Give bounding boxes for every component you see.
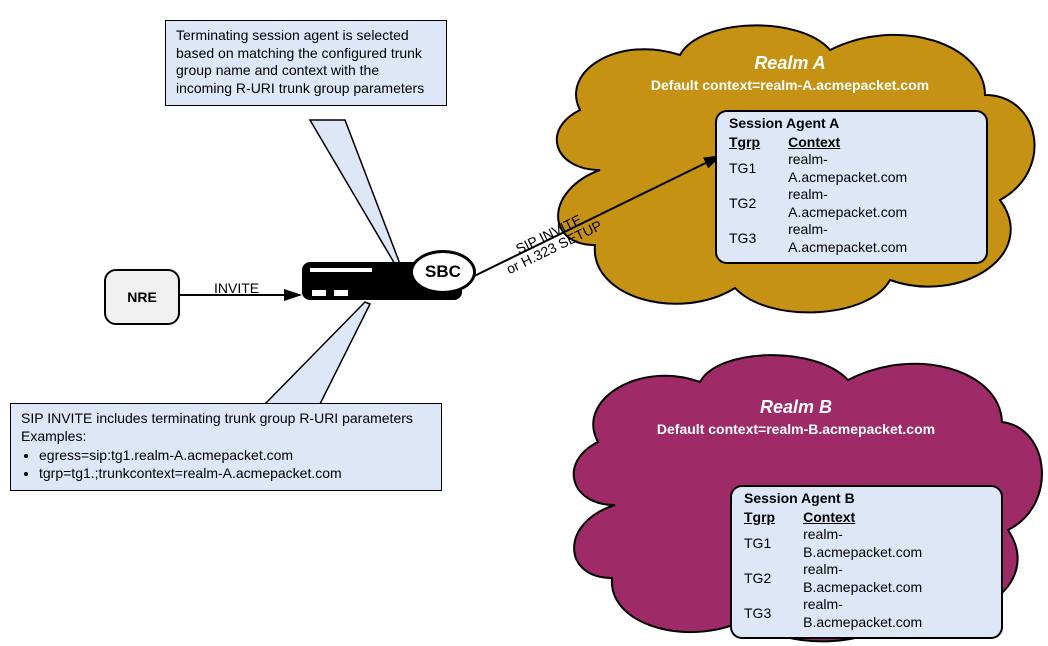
realm-b-title: Realm B [556,397,1036,418]
node-nre: NRE [104,269,180,325]
table-row: TG2realm-B.acmepacket.com [744,561,989,596]
session-agent-b: Session Agent B Tgrp Context TG1realm-B.… [730,485,1003,639]
callout-sip-invite-examples: SIP INVITE includes terminating trunk gr… [10,403,442,491]
th-tgrp: Tgrp [744,509,803,527]
nre-label: NRE [127,289,157,305]
sbc-label-oval: SBC [410,250,476,294]
session-agent-b-table: Tgrp Context TG1realm-B.acmepacket.com T… [744,509,989,632]
th-context: Context [788,134,974,152]
sbc-port [312,290,326,296]
realm-b-subtitle: Default context=realm-B.acmepacket.com [556,421,1036,437]
table-row: TG3realm-A.acmepacket.com [729,221,974,256]
table-row: TG1realm-A.acmepacket.com [729,151,974,186]
table-row: TG2realm-A.acmepacket.com [729,186,974,221]
link-label-invite: INVITE [214,280,259,296]
sbc-slot [310,268,372,272]
realm-a-subtitle: Default context=realm-A.acmepacket.com [540,77,1040,93]
table-row: TG1realm-B.acmepacket.com [744,526,989,561]
sbc-port [334,290,348,296]
session-agent-a-title: Session Agent A [729,115,974,133]
diagram-stage: SIP INVITE or H.323 SETUP NRE SBC INVITE… [0,0,1048,646]
callout-bottom-line2: Examples: [21,428,431,446]
session-agent-b-title: Session Agent B [744,490,989,508]
session-agent-a-table: Tgrp Context TG1realm-A.acmepacket.com T… [729,134,974,257]
th-tgrp: Tgrp [729,134,788,152]
callout-terminating-agent: Terminating session agent is selected ba… [165,20,447,106]
th-context: Context [803,509,989,527]
callout-terminating-agent-text: Terminating session agent is selected ba… [176,27,424,96]
realm-a-title: Realm A [540,53,1040,74]
callout-bottom-bullet: tgrp=tg1.;trunkcontext=realm-A.acmepacke… [39,465,431,483]
callout-bottom-line1: SIP INVITE includes terminating trunk gr… [21,410,431,428]
session-agent-a: Session Agent A Tgrp Context TG1realm-A.… [715,110,988,264]
sbc-label-text: SBC [425,262,461,282]
callout-bottom-bullet: egress=sip:tg1.realm-A.acmepacket.com [39,447,431,465]
sbc-ports [312,290,348,296]
table-row: TG3realm-B.acmepacket.com [744,596,989,631]
